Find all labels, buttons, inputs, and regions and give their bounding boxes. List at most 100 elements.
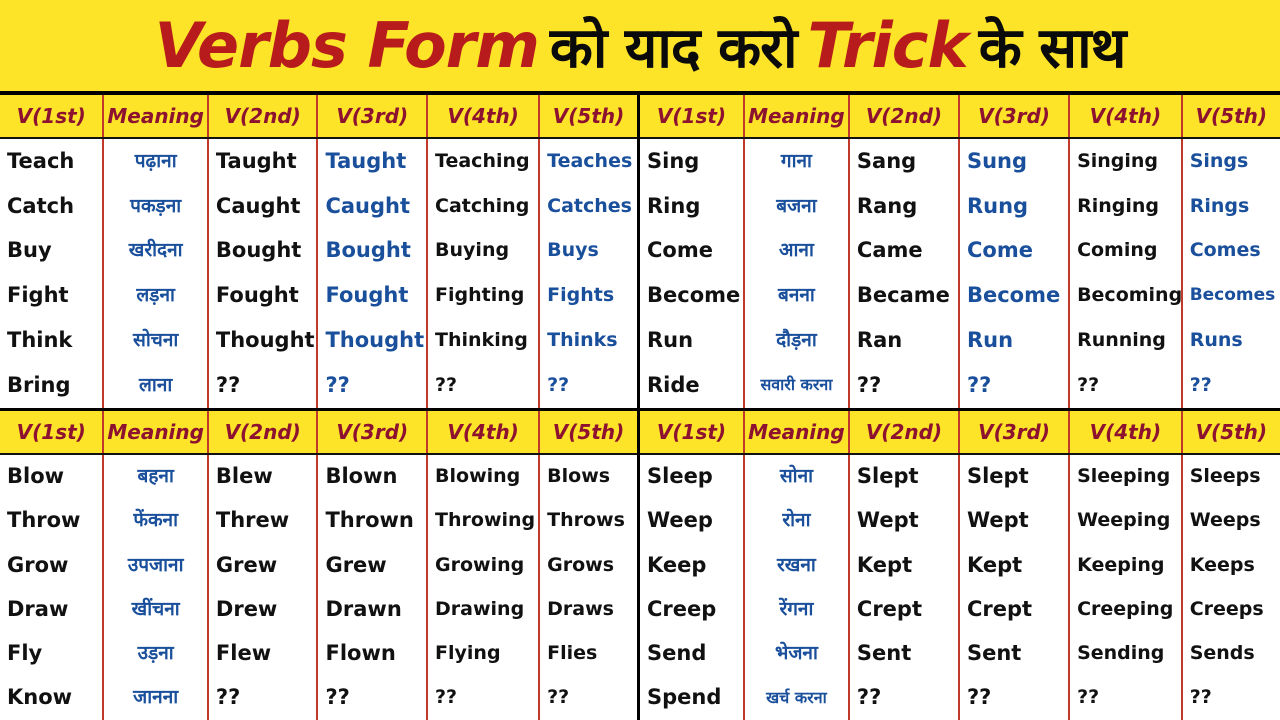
cell: Sang bbox=[856, 148, 917, 173]
header-row: V(1st) Meaning V(2nd) V(3rd) V(4th) V(5t… bbox=[0, 410, 637, 455]
cell: Slept bbox=[856, 464, 919, 489]
cell: ?? bbox=[966, 685, 992, 710]
header-row: V(1st) Meaning V(2nd) V(3rd) V(4th) V(5t… bbox=[0, 95, 637, 139]
cell: Keeps bbox=[1189, 553, 1255, 576]
data-rows: Sleep Weep Keep Creep Send Spend सोना रो… bbox=[640, 454, 1280, 720]
header-meaning[interactable]: Meaning bbox=[104, 95, 209, 137]
cell: ?? bbox=[1189, 686, 1212, 709]
cell: ?? bbox=[547, 686, 570, 709]
cell: Fought bbox=[215, 283, 299, 308]
title-banner: Verbs Form को याद करो Trick के साथ bbox=[0, 0, 1280, 95]
cell: Creeps bbox=[1189, 597, 1264, 620]
cell: Ringing bbox=[1077, 194, 1159, 217]
header-meaning[interactable]: Meaning bbox=[744, 95, 850, 137]
cell: Become bbox=[647, 283, 741, 308]
cell: Crept bbox=[856, 596, 922, 621]
cell: रखना bbox=[777, 553, 816, 576]
cell: Keep bbox=[647, 552, 707, 577]
cell: Rings bbox=[1189, 194, 1250, 217]
cell: Sends bbox=[1189, 642, 1255, 665]
cell: Throws bbox=[547, 509, 625, 532]
column-v2nd: Sang Rang Came Became Ran ?? bbox=[849, 139, 960, 408]
header-v1st[interactable]: V(1st) bbox=[640, 95, 745, 137]
cell: Draws bbox=[547, 597, 614, 620]
cell: Think bbox=[7, 327, 73, 352]
cell: Fight bbox=[7, 283, 69, 308]
cell: ?? bbox=[856, 685, 882, 710]
header-v5th[interactable]: V(5th) bbox=[1182, 410, 1280, 453]
cell: Thinking bbox=[435, 328, 528, 351]
column-v1st: Sing Ring Come Become Run Ride bbox=[640, 139, 745, 408]
header-v3rd[interactable]: V(3rd) bbox=[318, 410, 429, 453]
header-v5th[interactable]: V(5th) bbox=[540, 410, 637, 453]
header-v4th[interactable]: V(4th) bbox=[1070, 410, 1183, 453]
cell: Grows bbox=[547, 553, 615, 576]
cell: Blew bbox=[215, 464, 273, 489]
cell: जानना bbox=[133, 686, 179, 709]
cell: Thought bbox=[325, 327, 425, 352]
page-root: Verbs Form को याद करो Trick के साथ V(1st… bbox=[0, 0, 1280, 720]
cell: Throwing bbox=[435, 509, 536, 532]
column-v5th: Sleeps Weeps Keeps Creeps Sends ?? bbox=[1182, 454, 1280, 720]
cell: Keeping bbox=[1077, 553, 1165, 576]
cell: Teach bbox=[7, 148, 75, 173]
column-v2nd: Blew Threw Grew Drew Flew ?? bbox=[208, 454, 319, 720]
cell: लाना bbox=[139, 373, 173, 396]
cell: Fights bbox=[547, 284, 615, 307]
cell: Fighting bbox=[435, 284, 525, 307]
cell: Sending bbox=[1077, 642, 1165, 665]
header-meaning[interactable]: Meaning bbox=[104, 410, 209, 453]
cell: ?? bbox=[1077, 686, 1100, 709]
header-v4th[interactable]: V(4th) bbox=[1070, 95, 1183, 137]
cell: Ride bbox=[647, 372, 700, 397]
header-v1st[interactable]: V(1st) bbox=[640, 410, 745, 453]
header-v3rd[interactable]: V(3rd) bbox=[959, 95, 1071, 137]
cell: लड़ना bbox=[136, 284, 175, 307]
header-v1st[interactable]: V(1st) bbox=[0, 410, 105, 453]
column-meaning: सोना रोना रखना रेंगना भेजना खर्च करना bbox=[744, 454, 850, 720]
cell: Flew bbox=[215, 641, 272, 666]
cell: Growing bbox=[435, 553, 525, 576]
cell: Fought bbox=[325, 283, 409, 308]
cell: Coming bbox=[1077, 239, 1158, 262]
column-v5th: Sings Rings Comes Becomes Runs ?? bbox=[1182, 139, 1280, 408]
header-v2nd[interactable]: V(2nd) bbox=[849, 410, 960, 453]
header-v1st[interactable]: V(1st) bbox=[0, 95, 105, 137]
cell: गाना bbox=[780, 149, 812, 172]
cell: ?? bbox=[215, 372, 241, 397]
header-meaning[interactable]: Meaning bbox=[744, 410, 850, 453]
panel-bottom-right: V(1st) Meaning V(2nd) V(3rd) V(4th) V(5t… bbox=[640, 410, 1280, 720]
header-v3rd[interactable]: V(3rd) bbox=[318, 95, 429, 137]
cell: Came bbox=[856, 238, 923, 263]
cell: Became bbox=[856, 283, 950, 308]
cell: Run bbox=[647, 327, 694, 352]
panel-bottom-left: V(1st) Meaning V(2nd) V(3rd) V(4th) V(5t… bbox=[0, 410, 640, 720]
data-rows: Blow Throw Grow Draw Fly Know बहना फेंकन… bbox=[0, 454, 637, 720]
title-part-trick: Trick bbox=[807, 8, 968, 82]
cell: Weeps bbox=[1189, 509, 1261, 532]
cell: Creep bbox=[647, 596, 717, 621]
column-v2nd: Taught Caught Bought Fought Thought ?? bbox=[208, 139, 319, 408]
cell: Buy bbox=[7, 238, 52, 263]
header-v2nd[interactable]: V(2nd) bbox=[208, 95, 319, 137]
column-v3rd: Sung Rung Come Become Run ?? bbox=[959, 139, 1071, 408]
cell: Fly bbox=[7, 641, 43, 666]
header-v4th[interactable]: V(4th) bbox=[428, 95, 541, 137]
header-v2nd[interactable]: V(2nd) bbox=[208, 410, 319, 453]
cell: Sung bbox=[966, 148, 1028, 173]
header-v3rd[interactable]: V(3rd) bbox=[959, 410, 1071, 453]
cell: Ring bbox=[647, 193, 701, 218]
header-v5th[interactable]: V(5th) bbox=[540, 95, 637, 137]
cell: Flown bbox=[325, 641, 396, 666]
cell: बजना bbox=[776, 194, 817, 217]
verb-tables: V(1st) Meaning V(2nd) V(3rd) V(4th) V(5t… bbox=[0, 95, 1280, 720]
header-v2nd[interactable]: V(2nd) bbox=[849, 95, 960, 137]
header-v5th[interactable]: V(5th) bbox=[1182, 95, 1280, 137]
cell: खर्च करना bbox=[766, 687, 827, 707]
title-part-verbs-form: Verbs Form bbox=[154, 8, 540, 82]
column-v3rd: Blown Thrown Grew Drawn Flown ?? bbox=[318, 454, 429, 720]
header-v4th[interactable]: V(4th) bbox=[428, 410, 541, 453]
cell: Spend bbox=[647, 685, 722, 710]
cell: Comes bbox=[1189, 239, 1261, 262]
cell: Grew bbox=[215, 552, 278, 577]
